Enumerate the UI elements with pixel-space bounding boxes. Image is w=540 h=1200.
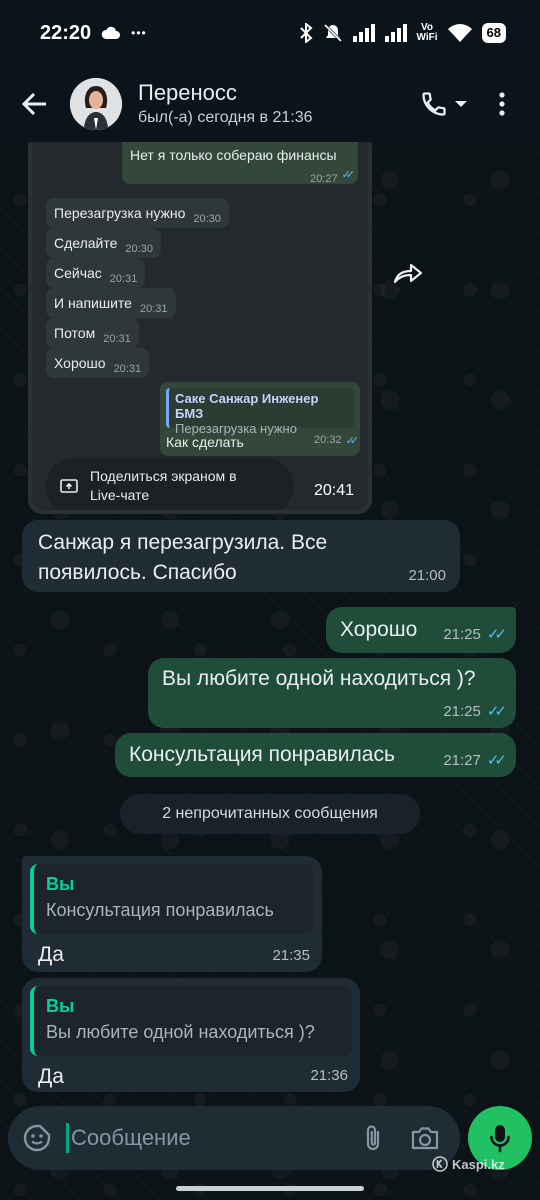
more-vert-icon xyxy=(499,92,505,116)
image-message[interactable]: Нет я только собераю финансы 20:27 ✓✓ Пе… xyxy=(28,142,372,514)
quoted-message[interactable]: Вы Консультация понравилась xyxy=(30,864,314,934)
message-time: 20:41 xyxy=(313,482,354,499)
emoji-sticker-button[interactable] xyxy=(22,1123,52,1153)
back-button[interactable] xyxy=(0,66,70,142)
mini-quote: Саке Санжар Инженер БМЗ Перезагрузка нуж… xyxy=(166,388,354,436)
message-composer: Сообщение xyxy=(8,1106,460,1170)
chat-header: Переносс был(-а) сегодня в 21:36 xyxy=(0,66,540,142)
attach-button[interactable] xyxy=(362,1123,384,1153)
mini-reply-message: Саке Санжар Инженер БМЗ Перезагрузка нуж… xyxy=(160,382,360,456)
message-input[interactable]: Сообщение xyxy=(66,1123,191,1153)
arrow-back-icon xyxy=(22,92,46,116)
status-bar: 22:20 ••• Vo WiFi 68 xyxy=(0,0,540,66)
share-screen-pill: Поделиться экраном в Live-чате xyxy=(46,458,294,510)
cloud-icon xyxy=(101,26,121,39)
avatar[interactable] xyxy=(70,78,122,130)
message-meta: 21:27 ✓✓ xyxy=(443,751,507,770)
message-meta: 21:35 xyxy=(272,947,310,964)
message-meta: 21:00 xyxy=(408,567,446,584)
incoming-reply-message[interactable]: Вы Консультация понравилась Да 21:35 xyxy=(22,856,322,972)
screen-share-icon xyxy=(60,479,78,493)
mini-message: И напишите 20:31 xyxy=(46,288,176,318)
quoted-message[interactable]: Вы Вы любите одной находиться )? xyxy=(30,986,352,1056)
mini-message: Сейчас 20:31 xyxy=(46,258,146,288)
message-meta: 21:25 ✓✓ xyxy=(443,702,507,721)
signal-2-icon xyxy=(384,24,407,42)
camera-icon xyxy=(411,1127,439,1150)
chevron-down-icon xyxy=(455,101,467,107)
mic-icon xyxy=(490,1125,510,1153)
screenshot-image: Нет я только собераю финансы 20:27 ✓✓ Пе… xyxy=(32,142,368,510)
forward-button[interactable] xyxy=(388,254,428,294)
message-text: Санжар я перезагрузила. Все появилось. С… xyxy=(38,531,328,584)
quote-author: Вы xyxy=(46,996,75,1016)
quote-author: Вы xyxy=(46,874,75,894)
incoming-reply-message[interactable]: Вы Вы любите одной находиться )? Да 21:3… xyxy=(22,978,360,1092)
last-seen-status: был(-а) сегодня в 21:36 xyxy=(138,109,313,126)
status-time: 22:20 xyxy=(40,21,92,44)
watermark: Kaspi.kz xyxy=(432,1156,505,1172)
message-meta: 21:25 ✓✓ xyxy=(443,625,507,644)
mini-message: Хорошо 20:31 xyxy=(46,348,150,378)
wifi-icon xyxy=(447,24,472,42)
contact-name: Переносс xyxy=(138,80,237,105)
message-meta: 21:36 xyxy=(310,1067,348,1084)
message-text: Да xyxy=(38,1065,64,1088)
sticker-icon xyxy=(23,1124,51,1152)
read-ticks-icon: ✓✓ xyxy=(486,703,507,720)
kaspi-logo-icon xyxy=(432,1156,448,1172)
outgoing-message[interactable]: Хорошо 21:25 ✓✓ xyxy=(326,607,516,653)
outgoing-message[interactable]: Консультация понравилась 21:27 ✓✓ xyxy=(115,733,516,777)
more-options-button[interactable] xyxy=(482,80,522,128)
camera-button[interactable] xyxy=(410,1125,440,1151)
voice-call-button[interactable] xyxy=(412,80,476,128)
input-placeholder: Сообщение xyxy=(71,1125,191,1150)
forward-icon xyxy=(393,263,423,284)
text-cursor xyxy=(66,1123,69,1153)
read-ticks-icon: ✓✓ xyxy=(486,752,507,769)
mini-message: Потом 20:31 xyxy=(46,318,139,348)
signal-icon xyxy=(352,24,375,42)
mini-message: Нет я только собераю финансы 20:27 ✓✓ xyxy=(122,142,358,185)
mini-message: Сделайте 20:30 xyxy=(46,228,161,258)
quote-text: Консультация понравилась xyxy=(46,900,274,920)
vowifi-icon: Vo WiFi xyxy=(416,22,438,43)
profile-photo-icon xyxy=(70,78,122,130)
paperclip-icon xyxy=(366,1125,380,1151)
incoming-message[interactable]: Санжар я перезагрузила. Все появилось. С… xyxy=(22,520,460,592)
mini-message: Перезагрузка нужно 20:30 xyxy=(46,198,229,228)
message-text: Вы любите одной находиться )? xyxy=(162,667,476,690)
phone-icon xyxy=(422,92,446,116)
more-notifications-icon: ••• xyxy=(131,26,147,40)
read-ticks-icon: ✓✓ xyxy=(486,626,507,643)
battery-indicator: 68 xyxy=(481,23,506,43)
unread-messages-banner: 2 непрочитанных сообщения xyxy=(120,794,420,834)
quote-text: Вы любите одной находиться )? xyxy=(46,1022,315,1042)
chat-info[interactable]: Переносс был(-а) сегодня в 21:36 xyxy=(138,79,313,129)
share-screen-label: Поделиться экраном в Live-чате xyxy=(90,468,237,503)
bluetooth-icon xyxy=(299,23,313,43)
outgoing-message[interactable]: Вы любите одной находиться )? 21:25 ✓✓ xyxy=(148,658,516,728)
home-indicator[interactable] xyxy=(176,1186,364,1191)
mute-icon xyxy=(323,23,342,43)
